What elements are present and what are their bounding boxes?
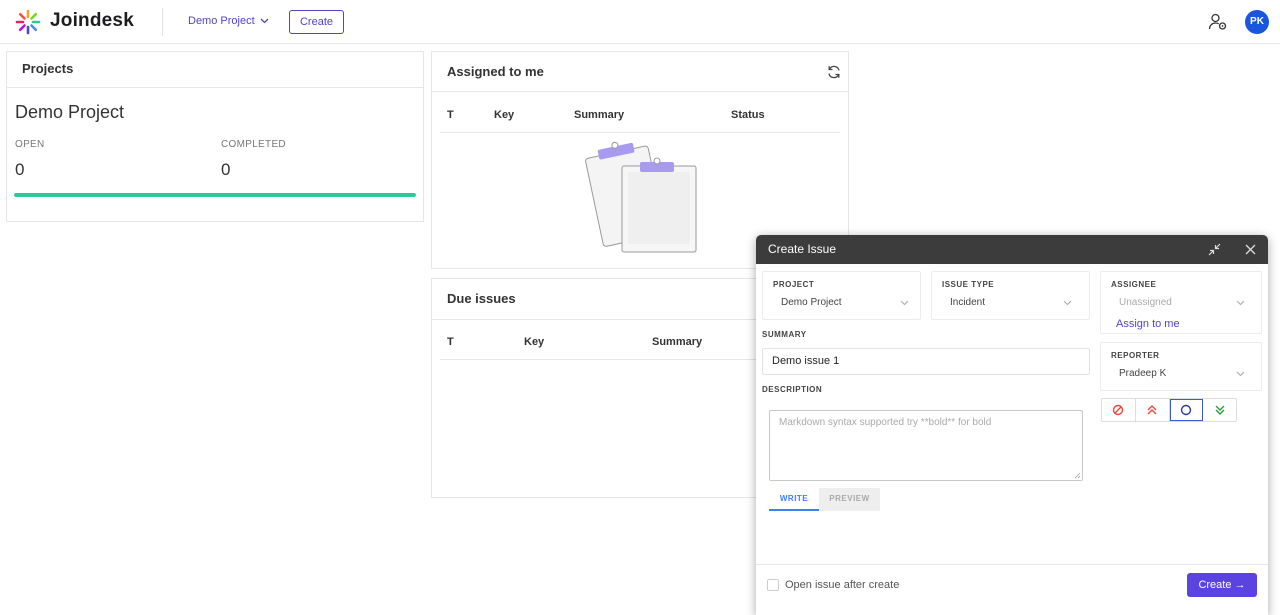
reporter-select[interactable]: REPORTER Pradeep K — [1100, 342, 1262, 391]
column-header[interactable]: Summary — [652, 336, 702, 348]
summary-field-label: SUMMARY — [762, 330, 807, 339]
column-header[interactable]: Key — [494, 109, 514, 121]
issue-type-field-label: ISSUE TYPE — [942, 280, 995, 289]
column-header[interactable]: T — [447, 109, 454, 121]
priority-option-medium[interactable] — [1169, 399, 1204, 421]
column-header[interactable]: Status — [731, 109, 765, 121]
user-avatar[interactable]: PK — [1245, 10, 1269, 34]
summary-input[interactable]: Demo issue 1 — [762, 348, 1090, 375]
column-header[interactable]: T — [447, 336, 454, 348]
priority-option-high[interactable] — [1136, 399, 1170, 421]
user-settings-icon[interactable] — [1208, 12, 1228, 32]
resize-grip-icon[interactable] — [1074, 472, 1081, 479]
chevron-down-icon — [900, 300, 909, 306]
assignee-select[interactable]: ASSIGNEE Unassigned Assign to me — [1100, 271, 1262, 334]
project-switcher-label: Demo Project — [188, 15, 255, 27]
completed-count-label: COMPLETED — [221, 139, 286, 150]
issue-type-field-value: Incident — [950, 297, 986, 308]
app-logo-text[interactable]: Joindesk — [50, 10, 134, 32]
refresh-icon[interactable] — [827, 65, 841, 79]
medium-priority-icon — [1180, 404, 1192, 416]
minimize-icon[interactable] — [1208, 243, 1221, 256]
reporter-field-label: REPORTER — [1111, 351, 1160, 360]
open-after-create-label[interactable]: Open issue after create — [785, 579, 899, 591]
projects-card-title: Projects — [7, 52, 423, 88]
assign-to-me-link[interactable]: Assign to me — [1116, 318, 1180, 330]
tab-write[interactable]: WRITE — [769, 488, 819, 511]
project-switcher-dropdown[interactable]: Demo Project — [188, 15, 269, 27]
high-priority-icon — [1147, 405, 1157, 415]
project-field-label: PROJECT — [773, 280, 815, 289]
priority-option-low[interactable] — [1203, 399, 1236, 421]
completed-count-value: 0 — [221, 160, 231, 179]
description-textarea[interactable]: Markdown syntax supported try **bold** f… — [769, 410, 1083, 481]
open-after-create-checkbox[interactable] — [767, 579, 779, 591]
project-progress-fill — [14, 193, 416, 197]
close-icon[interactable] — [1245, 244, 1256, 255]
assigned-table-header: T Key Summary Status — [440, 97, 840, 133]
project-field-value: Demo Project — [781, 297, 842, 308]
priority-selector — [1101, 398, 1237, 422]
create-issue-button[interactable]: Create — [289, 10, 344, 34]
joindesk-logo-icon — [15, 9, 41, 35]
dialog-header: Create Issue — [756, 235, 1268, 264]
dialog-title: Create Issue — [768, 242, 837, 256]
submit-create-button[interactable]: Create → — [1187, 573, 1257, 597]
projects-card: Projects Demo Project OPEN 0 COMPLETED 0 — [6, 51, 424, 222]
header-divider — [162, 8, 163, 36]
dialog-footer-divider — [756, 564, 1268, 565]
create-issue-dialog: Create Issue PROJECT Demo Project ISSUE … — [756, 235, 1268, 615]
column-header[interactable]: Key — [524, 336, 544, 348]
empty-clipboard-illustration — [585, 141, 697, 253]
assignee-field-value: Unassigned — [1119, 297, 1172, 308]
chevron-down-icon — [1063, 300, 1072, 306]
blocker-icon — [1113, 404, 1124, 416]
project-progress-bar — [14, 193, 416, 197]
low-priority-icon — [1215, 405, 1225, 415]
reporter-field-value: Pradeep K — [1119, 368, 1167, 379]
issue-type-select[interactable]: ISSUE TYPE Incident — [931, 271, 1090, 320]
chevron-down-icon — [260, 18, 269, 24]
assigned-card-title: Assigned to me — [432, 52, 848, 92]
description-field-label: DESCRIPTION — [762, 385, 823, 394]
column-header[interactable]: Summary — [574, 109, 624, 121]
priority-option-blocker[interactable] — [1102, 399, 1136, 421]
assignee-field-label: ASSIGNEE — [1111, 280, 1157, 289]
project-select[interactable]: PROJECT Demo Project — [762, 271, 921, 320]
open-count-label: OPEN — [15, 139, 45, 150]
chevron-down-icon — [1236, 300, 1245, 306]
chevron-down-icon — [1236, 371, 1245, 377]
open-count-value: 0 — [15, 160, 25, 179]
tab-preview[interactable]: PREVIEW — [819, 488, 880, 511]
top-navbar: Joindesk Demo Project Create PK — [0, 0, 1280, 44]
project-name-link[interactable]: Demo Project — [15, 102, 124, 123]
